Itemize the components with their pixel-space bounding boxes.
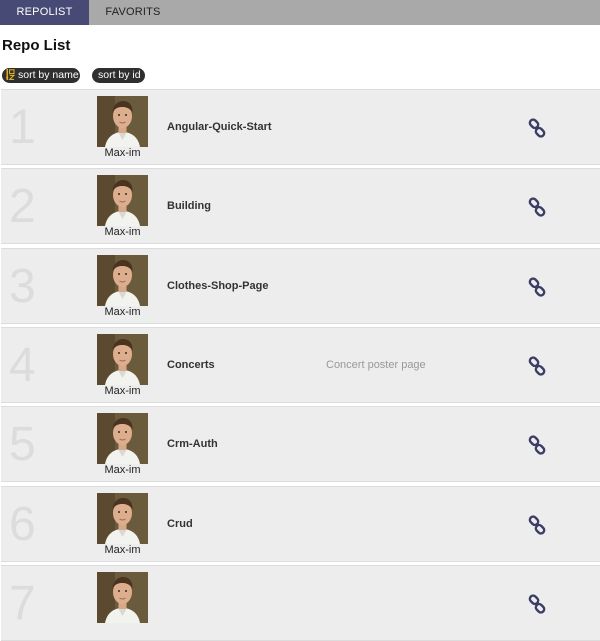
owner-avatar[interactable] bbox=[97, 254, 148, 306]
sort-by-id-button[interactable]: sort by id bbox=[92, 68, 145, 83]
link-icon[interactable] bbox=[527, 594, 547, 614]
owner-name[interactable]: Max-im bbox=[97, 544, 148, 557]
link-icon[interactable] bbox=[527, 356, 547, 376]
link-icon[interactable] bbox=[527, 514, 547, 535]
repo-row: 6 Max-im Crud bbox=[1, 485, 600, 562]
repo-row: 1 Max-im Angular-Quick-Start bbox=[1, 89, 600, 165]
repo-index: 1 bbox=[9, 101, 36, 154]
repo-row: 5 Max-im Crm-Auth bbox=[1, 406, 600, 483]
repo-row: 4 Max-im Concerts Concert poster page bbox=[1, 326, 600, 403]
repo-index: 7 bbox=[9, 576, 36, 630]
repo-row: 7 bbox=[1, 564, 600, 641]
repo-row: 3 Max-im Clothes-Shop-Page bbox=[1, 247, 600, 324]
owner-name[interactable]: Max-im bbox=[97, 226, 148, 239]
repo-index: 3 bbox=[9, 259, 36, 313]
repo-index: 5 bbox=[9, 418, 36, 472]
repo-index: 4 bbox=[9, 338, 36, 392]
owner-avatar[interactable] bbox=[97, 492, 148, 544]
repo-index: 6 bbox=[9, 497, 36, 551]
owner-avatar[interactable] bbox=[97, 175, 148, 227]
page-title: Repo List bbox=[2, 37, 71, 54]
link-icon[interactable] bbox=[527, 276, 547, 297]
owner-name[interactable]: Max-im bbox=[97, 464, 148, 477]
link-icon[interactable] bbox=[527, 118, 547, 138]
tab-repolist[interactable]: REPOLIST bbox=[0, 0, 89, 25]
repo-name[interactable]: Clothes-Shop-Page bbox=[167, 280, 268, 292]
top-nav: REPOLIST FAVORITS bbox=[0, 0, 600, 25]
owner-avatar[interactable] bbox=[97, 333, 148, 385]
repo-name[interactable]: Angular-Quick-Start bbox=[167, 121, 272, 133]
owner-name[interactable]: Max-im bbox=[97, 306, 148, 319]
repo-row: 2 Max-im Building bbox=[1, 168, 600, 245]
repo-name[interactable]: Concerts bbox=[167, 359, 215, 371]
sort-by-name-label: sort by name bbox=[18, 69, 79, 81]
sort-by-name-button[interactable]: sort by name bbox=[2, 68, 80, 83]
link-icon[interactable] bbox=[527, 197, 547, 217]
repo-name[interactable]: Building bbox=[167, 200, 211, 212]
tab-favorits[interactable]: FAVORITS bbox=[89, 0, 177, 25]
owner-avatar[interactable] bbox=[97, 413, 148, 465]
link-icon[interactable] bbox=[527, 435, 547, 455]
repo-name[interactable]: Crud bbox=[167, 518, 193, 530]
owner-name[interactable]: Max-im bbox=[97, 385, 148, 398]
owner-avatar[interactable] bbox=[97, 571, 148, 623]
repo-index: 2 bbox=[9, 180, 36, 234]
sort-alpha-icon bbox=[6, 69, 16, 80]
owner-name[interactable]: Max-im bbox=[97, 147, 148, 160]
owner-avatar[interactable] bbox=[97, 96, 148, 147]
repo-name[interactable]: Crm-Auth bbox=[167, 438, 218, 450]
repo-description: Concert poster page bbox=[326, 358, 426, 371]
